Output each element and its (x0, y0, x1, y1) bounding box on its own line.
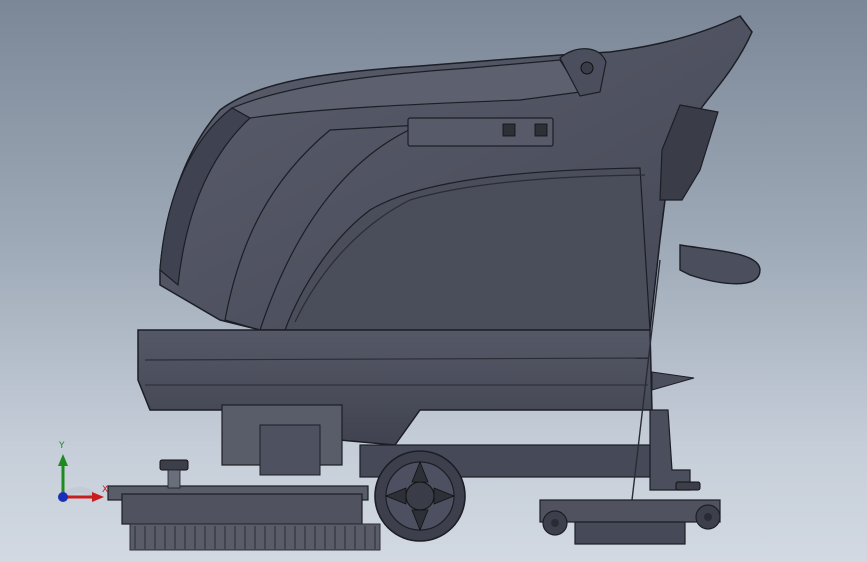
latch-screw-2 (534, 123, 548, 137)
brush-height-knob[interactable] (159, 459, 189, 471)
squeegee-assembly (539, 499, 721, 523)
rear-lip (651, 371, 695, 391)
cad-graphics-viewport[interactable]: Y X (0, 0, 867, 562)
solution-tank (137, 329, 653, 446)
drive-handle[interactable] (679, 244, 761, 285)
z-axis-origin (58, 492, 68, 502)
front-caster-wheel (542, 510, 568, 536)
latch-screw-1 (502, 123, 516, 137)
squeegee-mount-arm (649, 409, 691, 491)
brush-height-spring (167, 469, 181, 489)
brush-motor-bracket (259, 424, 321, 476)
axis-triad-graphic (58, 454, 104, 502)
hinge-pin (580, 61, 594, 75)
y-axis-head (58, 454, 68, 466)
squeegee-blade (574, 521, 686, 545)
y-axis-label: Y (59, 441, 65, 451)
floor-scrubber-3d-model[interactable] (0, 0, 867, 562)
axis-triad: Y X (40, 440, 120, 520)
scrub-brush-bristles (129, 523, 381, 551)
x-axis-label: X (102, 485, 109, 495)
latch-plate (407, 117, 554, 147)
squeegee-adjust-knob[interactable] (675, 481, 701, 491)
drive-wheel (374, 450, 466, 542)
rear-caster-wheel (695, 504, 721, 530)
brush-deck (121, 493, 363, 525)
